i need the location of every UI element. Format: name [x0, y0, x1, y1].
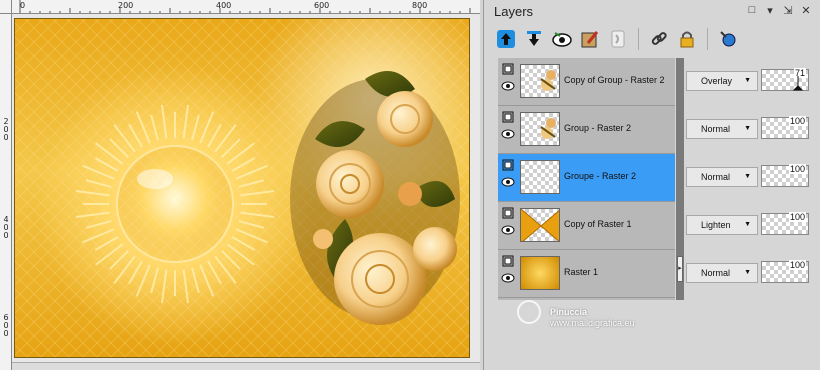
- toolbar-separator: [638, 28, 639, 50]
- dropdown-arrow-icon: ▼: [744, 269, 751, 276]
- opacity-value: 100: [788, 164, 806, 174]
- restore-icon[interactable]: □: [746, 4, 758, 17]
- image-canvas[interactable]: [14, 18, 470, 358]
- sunburst-artwork: [15, 19, 469, 357]
- blend-mode-label: Normal: [701, 124, 731, 134]
- blend-mode-select[interactable]: Normal ▼: [686, 167, 758, 187]
- move-up-icon[interactable]: [494, 27, 518, 51]
- palette-window-buttons: □ ▾ ⇲ ✕: [746, 4, 812, 17]
- layer-thumbnail[interactable]: [520, 160, 560, 194]
- watermark-author: Pinuccia: [550, 307, 588, 317]
- dropdown-arrow-icon: ▼: [744, 77, 751, 84]
- horizontal-ruler[interactable]: 0 200 400 600 800: [12, 0, 480, 14]
- ruler-corner: [0, 0, 12, 14]
- layer-props-row: Overlay ▼ 71: [684, 58, 820, 106]
- palette-title: Layers: [494, 4, 534, 19]
- opacity-slider[interactable]: 100: [761, 212, 809, 235]
- blend-mode-label: Lighten: [701, 220, 731, 230]
- edit-icon[interactable]: [578, 27, 602, 51]
- dropdown-arrow-icon: ▼: [744, 221, 751, 228]
- visibility-icon[interactable]: [550, 27, 574, 51]
- watermark-url: www.maildigrafica.eu: [550, 318, 635, 328]
- opacity-value: 100: [788, 116, 806, 126]
- opacity-value: 100: [788, 212, 806, 222]
- layer-row-selected[interactable]: Groupe - Raster 2: [498, 154, 675, 202]
- layer-thumbnail[interactable]: [520, 208, 560, 242]
- layer-name: Copy of Group - Raster 2: [564, 75, 665, 85]
- layer-props-row: Normal ▼ 100: [684, 154, 820, 202]
- layer-name: Copy of Raster 1: [564, 219, 632, 229]
- layer-thumbnail[interactable]: [520, 112, 560, 146]
- opacity-slider[interactable]: 100: [761, 164, 809, 187]
- layer-properties: Overlay ▼ 71 Normal ▼ 100 Normal ▼ 100 Ligh…: [684, 58, 820, 300]
- watermark-logo-icon: [517, 300, 541, 324]
- opacity-slider[interactable]: 71: [761, 68, 809, 91]
- blend-mode-select[interactable]: Overlay ▼: [686, 71, 758, 91]
- pin-icon[interactable]: ⇲: [782, 4, 794, 17]
- layer-row[interactable]: Group - Raster 2: [498, 106, 675, 154]
- layer-row[interactable]: Copy of Raster 1: [498, 202, 675, 250]
- dropdown-arrow-icon: ▼: [744, 125, 751, 132]
- horizontal-scrollbar[interactable]: [12, 362, 480, 370]
- ruler-label: 2 0 0: [3, 117, 9, 142]
- blend-mode-label: Normal: [701, 268, 731, 278]
- ruler-ticks: [19, 0, 471, 13]
- menu-dropdown-icon[interactable]: ▾: [764, 4, 776, 17]
- blend-mode-select[interactable]: Normal ▼: [686, 263, 758, 283]
- mask-icon[interactable]: [606, 27, 630, 51]
- link-icon[interactable]: [647, 27, 671, 51]
- opacity-slider[interactable]: 100: [761, 116, 809, 139]
- layer-props-row: Lighten ▼ 100: [684, 202, 820, 250]
- layer-name: Groupe - Raster 2: [564, 171, 637, 181]
- layer-row[interactable]: Raster 1: [498, 250, 675, 298]
- layer-thumbnail[interactable]: [520, 64, 560, 98]
- layers-list: Copy of Group - Raster 2 Group - Raster …: [498, 58, 675, 300]
- blend-mode-select[interactable]: Normal ▼: [686, 119, 758, 139]
- expand-handle-icon[interactable]: ▸: [677, 256, 683, 282]
- ruler-label: 6 0 0: [3, 313, 9, 338]
- vertical-ruler[interactable]: 2 0 0 4 0 0 6 0 0: [0, 14, 12, 370]
- blend-mode-select[interactable]: Lighten ▼: [686, 215, 758, 235]
- brush-icon[interactable]: [716, 27, 740, 51]
- layer-thumbnail[interactable]: [520, 256, 560, 290]
- dropdown-arrow-icon: ▼: [744, 173, 751, 180]
- move-down-icon[interactable]: [522, 27, 546, 51]
- lock-icon[interactable]: [675, 27, 699, 51]
- canvas-workspace: 0 200 400 600 800 2 0 0 4 0 0 6 0 0: [0, 0, 480, 370]
- layer-props-row: Normal ▼ 100: [684, 106, 820, 154]
- close-icon[interactable]: ✕: [800, 4, 812, 17]
- layer-props-row: Normal ▼ 100: [684, 250, 820, 298]
- opacity-value: 100: [788, 260, 806, 270]
- layer-name: Raster 1: [564, 267, 599, 277]
- toolbar-separator: [707, 28, 708, 50]
- layer-name: Group - Raster 2: [564, 123, 632, 133]
- ruler-label: 4 0 0: [3, 215, 9, 240]
- blend-mode-label: Overlay: [701, 76, 733, 86]
- blend-mode-label: Normal: [701, 172, 731, 182]
- layers-toolbar: [494, 26, 740, 52]
- layer-row[interactable]: Copy of Group - Raster 2: [498, 58, 675, 106]
- opacity-slider[interactable]: 100: [761, 260, 809, 283]
